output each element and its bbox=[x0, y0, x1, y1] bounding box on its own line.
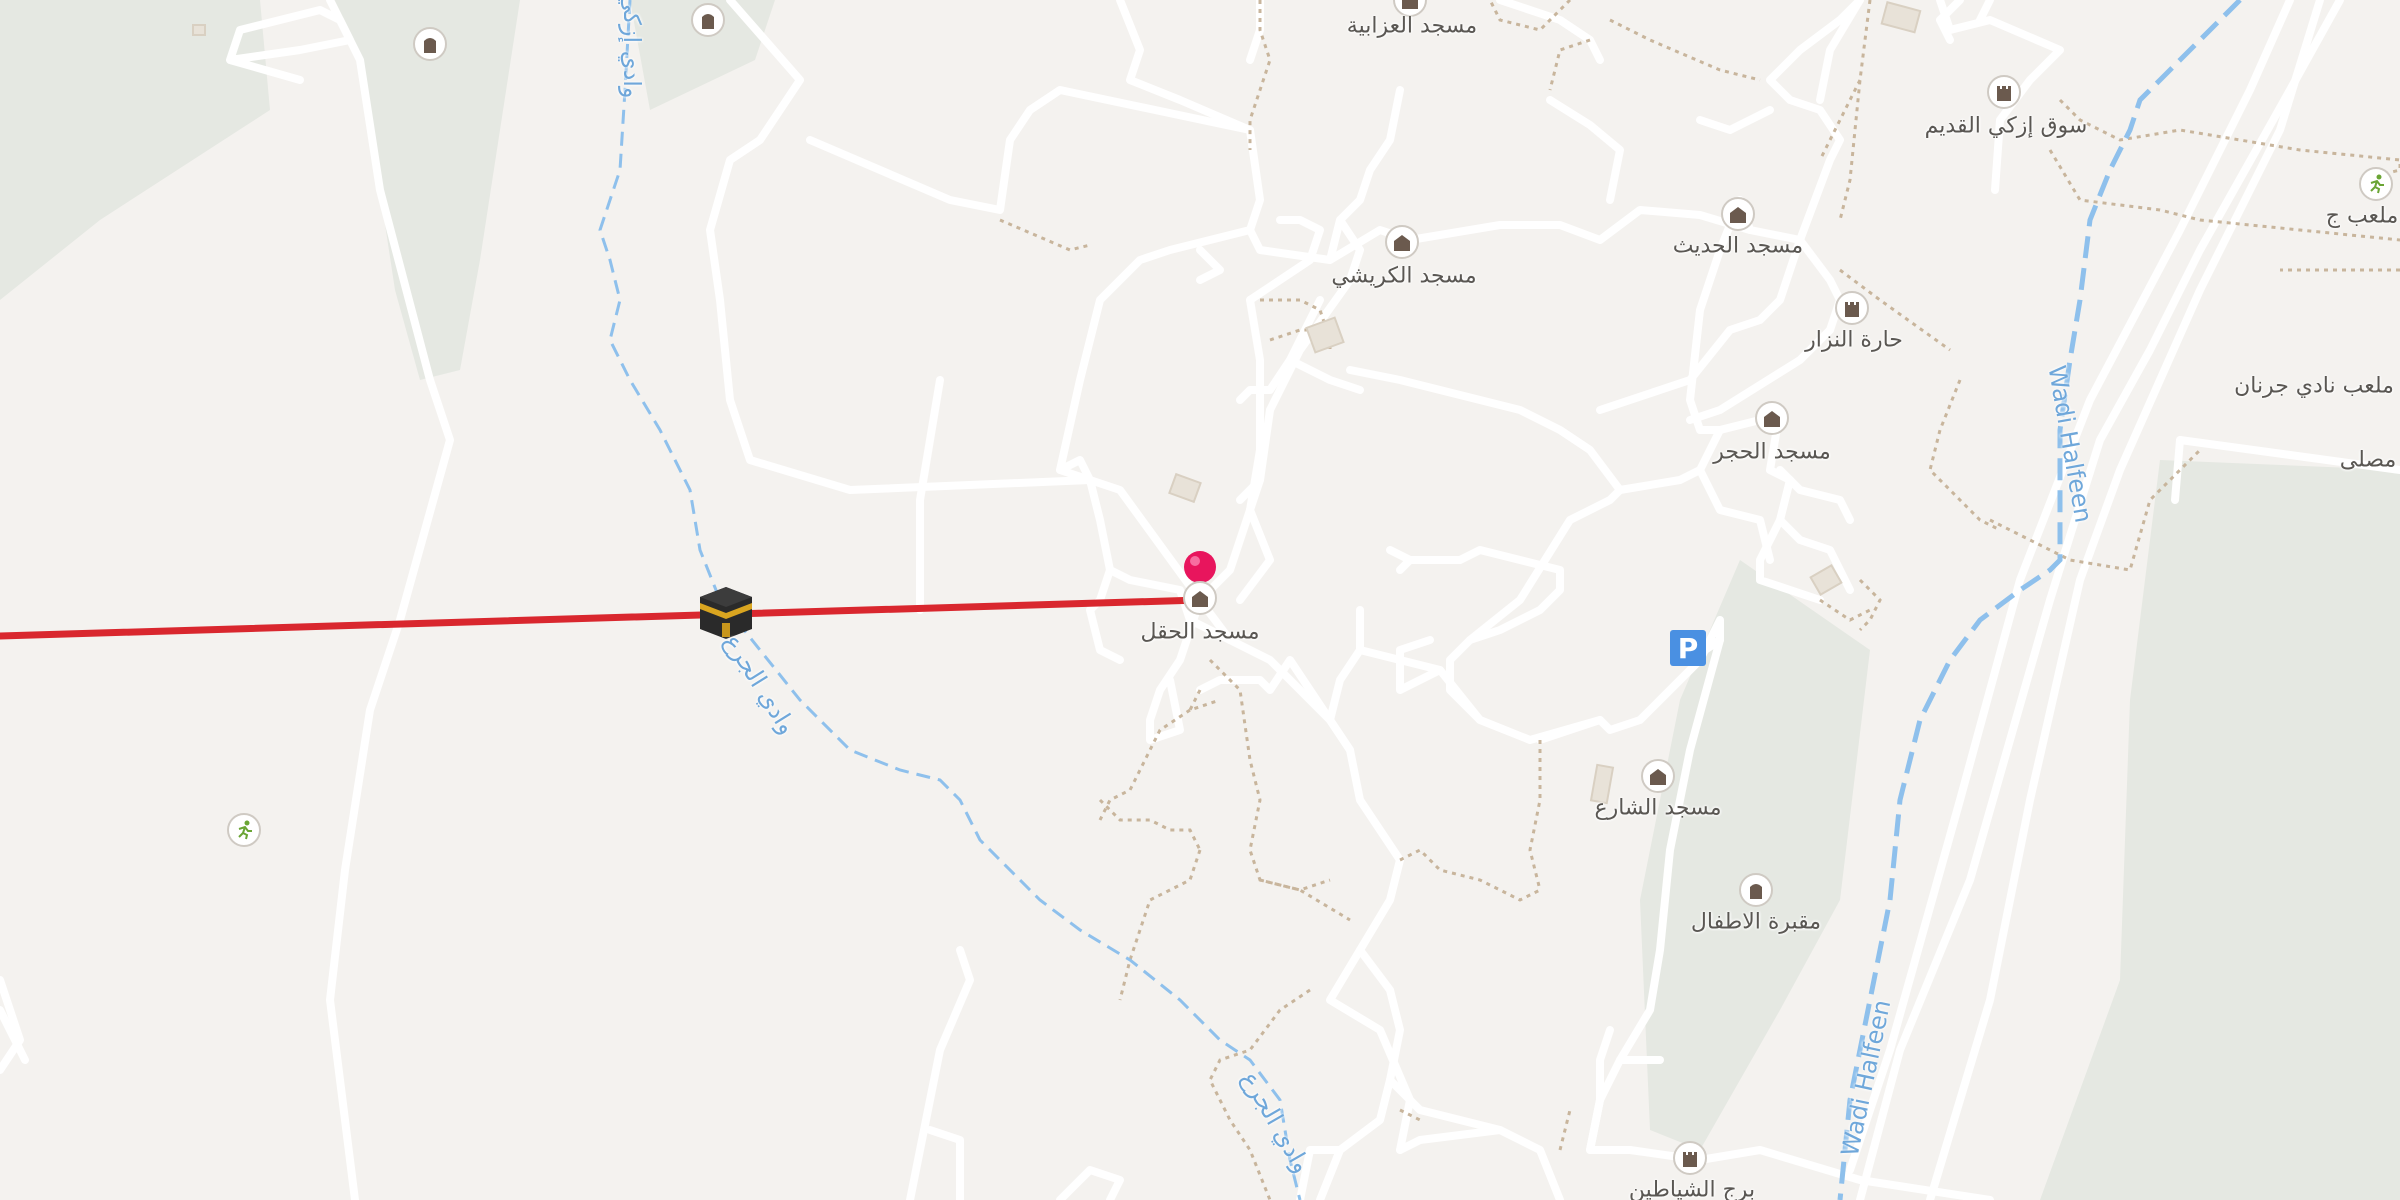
label-mosque-hadith: مسجد الحديث bbox=[1672, 233, 1804, 259]
parking-icon[interactable]: P bbox=[1670, 630, 1706, 666]
label-mosque-karishi: مسجد الكريشي bbox=[1331, 263, 1477, 289]
mosque-icon[interactable] bbox=[1385, 225, 1419, 259]
tower-icon[interactable] bbox=[1835, 291, 1869, 325]
sports-icon[interactable] bbox=[2359, 167, 2393, 201]
location-pin-icon[interactable] bbox=[1183, 550, 1217, 584]
map-view[interactable]: P مسجد العزابية مسجد الكريشي مسجد الحديث… bbox=[0, 0, 2400, 1200]
cemetery-icon[interactable] bbox=[413, 27, 447, 61]
label-mosque-azabiya: مسجد العزابية bbox=[1346, 13, 1478, 39]
label-musalla: مصلى bbox=[2339, 447, 2397, 473]
label-old-market: سوق إزكي القديم bbox=[1924, 113, 2088, 139]
label-mosque-hajar: مسجد الحجر bbox=[1713, 439, 1831, 465]
mosque-icon[interactable] bbox=[1641, 759, 1675, 793]
label-shayatin-tower: برج الشياطين bbox=[1628, 1177, 1756, 1200]
sports-icon[interactable] bbox=[227, 813, 261, 847]
label-mosque-sharia: مسجد الشارع bbox=[1594, 795, 1722, 821]
park-area-topleft bbox=[0, 0, 270, 300]
label-children-cemetery: مقبرة الاطفال bbox=[1690, 909, 1822, 935]
label-nizar-quarter: حارة النزار bbox=[1805, 327, 1903, 353]
label-juran-club: ملعب نادي جرنان bbox=[2234, 373, 2394, 399]
tower-icon[interactable] bbox=[1987, 75, 2021, 109]
mosque-icon[interactable] bbox=[1755, 401, 1789, 435]
mosque-icon[interactable] bbox=[1721, 197, 1755, 231]
label-wadi-top: وادي إزكي bbox=[618, 0, 646, 99]
tower-icon[interactable] bbox=[1673, 1141, 1707, 1175]
label-mosque-haql: مسجد الحقل bbox=[1140, 619, 1260, 645]
cemetery-icon[interactable] bbox=[691, 3, 725, 37]
green-area-right bbox=[2040, 460, 2400, 1200]
cemetery-icon[interactable] bbox=[1739, 873, 1773, 907]
kaaba-icon[interactable] bbox=[698, 585, 754, 641]
label-playground: ملعب ج bbox=[2325, 203, 2399, 229]
mosque-icon[interactable] bbox=[1183, 581, 1217, 615]
qibla-line bbox=[0, 596, 1204, 640]
